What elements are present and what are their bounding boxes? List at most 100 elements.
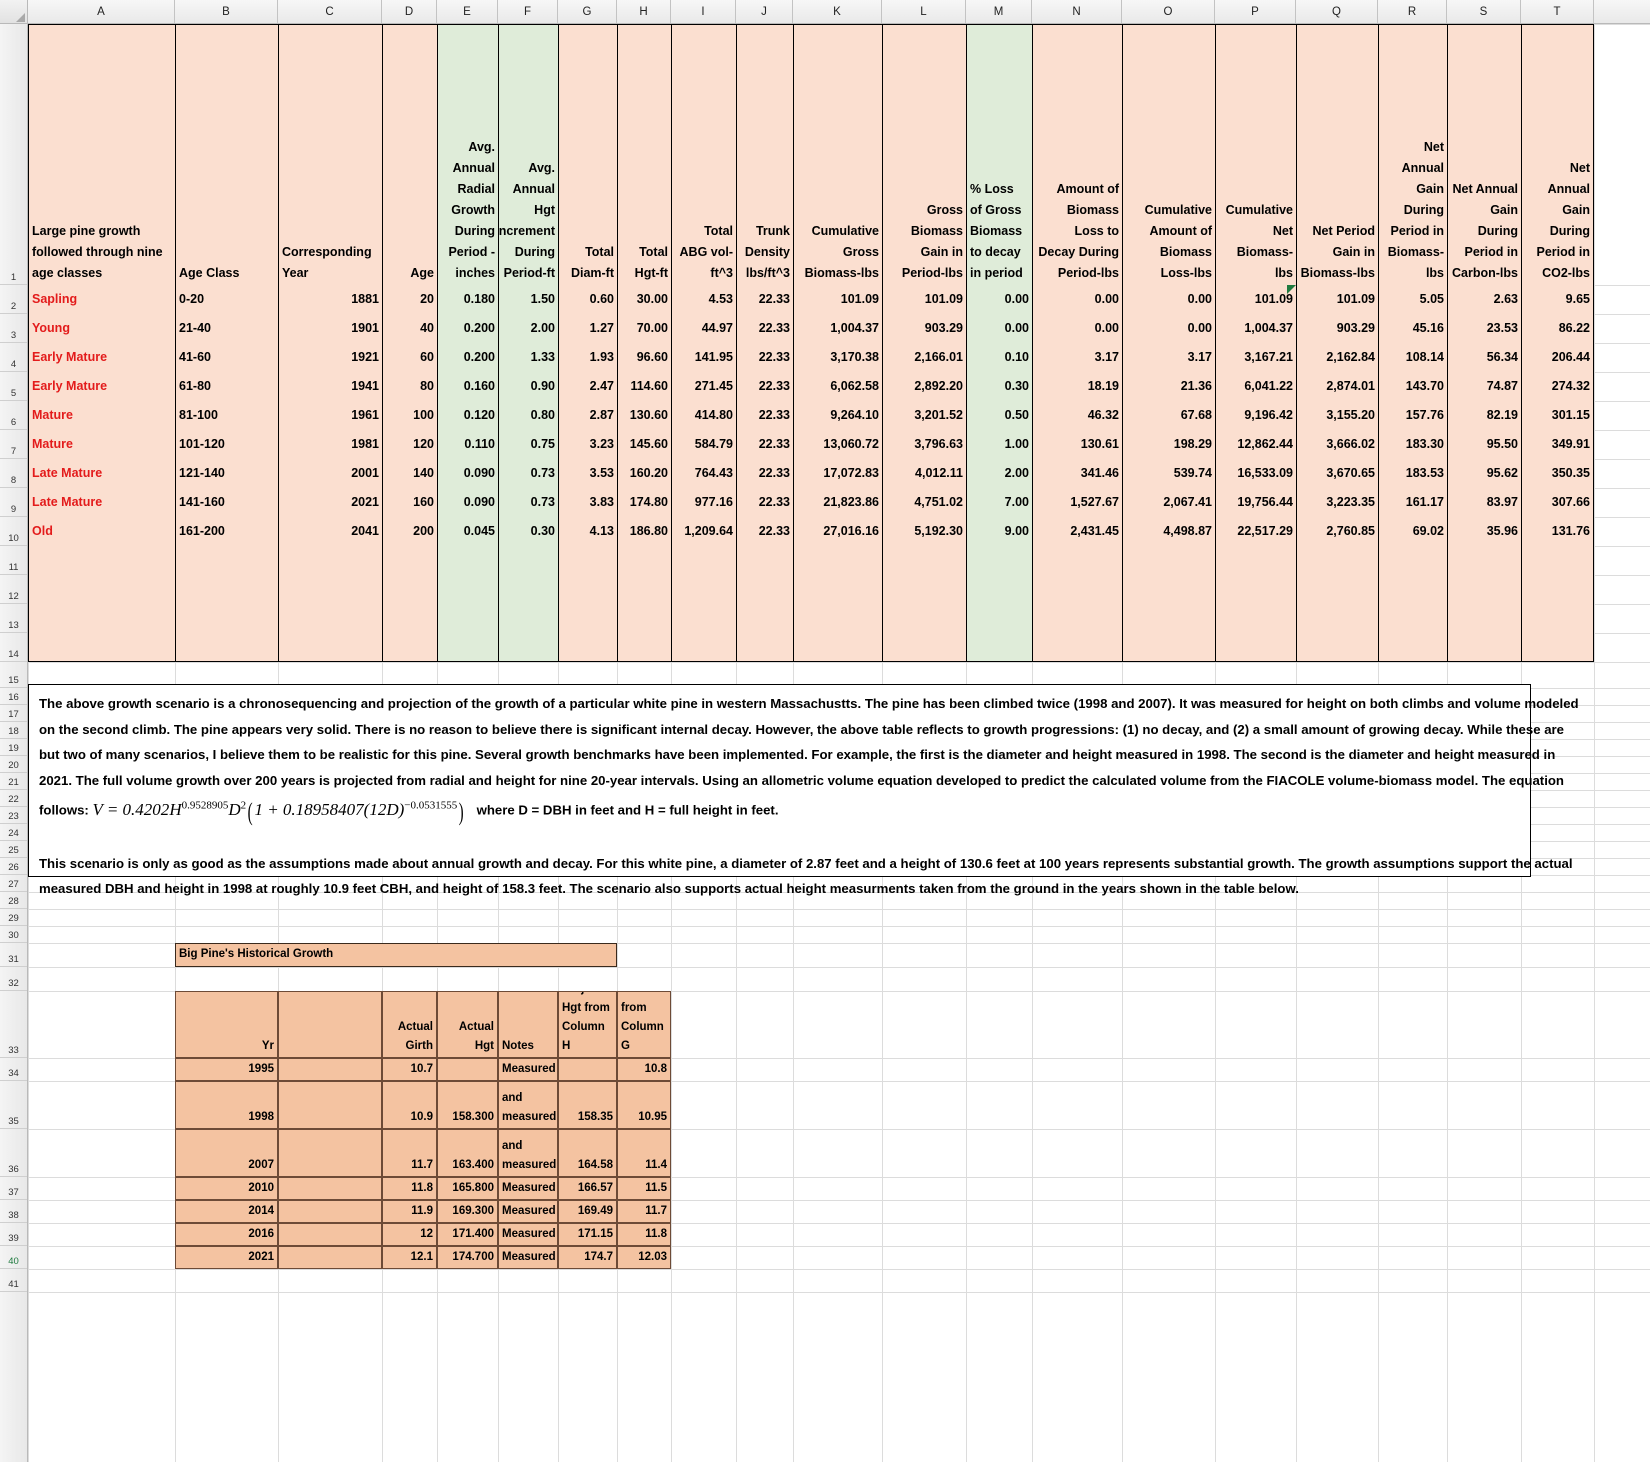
data-cell-F[interactable]: 0.75 (498, 430, 558, 459)
empty-cell[interactable] (175, 633, 278, 662)
data-cell-B[interactable]: 81-100 (175, 401, 278, 430)
data-cell-K[interactable]: 1,004.37 (793, 314, 882, 343)
history-cell-B[interactable]: 1998 (175, 1081, 278, 1129)
data-cell-S[interactable]: 23.53 (1447, 314, 1521, 343)
column-header-Q[interactable]: Q (1296, 0, 1378, 23)
data-cell-R[interactable]: 143.70 (1378, 372, 1447, 401)
data-cell-M[interactable]: 0.10 (966, 343, 1032, 372)
row-header-2[interactable]: 2 (0, 285, 27, 314)
history-cell-D[interactable]: 11.8 (382, 1177, 437, 1200)
data-cell-Q[interactable]: 2,162.84 (1296, 343, 1378, 372)
main-header-O[interactable]: Cumulative Amount of Biomass Loss-lbs (1122, 24, 1215, 285)
data-cell-C[interactable]: 2001 (278, 459, 382, 488)
age-class-label-cell[interactable]: Mature (28, 401, 175, 430)
empty-cell[interactable] (278, 633, 382, 662)
data-cell-R[interactable]: 161.17 (1378, 488, 1447, 517)
data-cell-T[interactable]: 9.65 (1521, 285, 1594, 314)
history-cell-G[interactable]: 164.58 (558, 1129, 617, 1177)
age-class-label-cell[interactable]: Late Mature (28, 488, 175, 517)
main-header-I[interactable]: Total ABG vol-ft^3 (671, 24, 736, 285)
data-cell-K[interactable]: 13,060.72 (793, 430, 882, 459)
data-cell-F[interactable]: 0.80 (498, 401, 558, 430)
data-cell-J[interactable]: 22.33 (736, 285, 793, 314)
data-cell-N[interactable]: 3.17 (1032, 343, 1122, 372)
empty-cell[interactable] (28, 633, 175, 662)
data-cell-L[interactable]: 4,751.02 (882, 488, 966, 517)
data-cell-I[interactable]: 4.53 (671, 285, 736, 314)
empty-cell[interactable] (1215, 546, 1296, 575)
row-header-33[interactable]: 33 (0, 991, 27, 1058)
data-cell-E[interactable]: 0.160 (437, 372, 498, 401)
main-header-K[interactable]: Cumulative Gross Biomass-lbs (793, 24, 882, 285)
data-cell-B[interactable]: 0-20 (175, 285, 278, 314)
data-cell-J[interactable]: 22.33 (736, 343, 793, 372)
data-cell-C[interactable]: 2021 (278, 488, 382, 517)
age-class-label-cell[interactable]: Sapling (28, 285, 175, 314)
empty-cell[interactable] (558, 546, 617, 575)
data-cell-I[interactable]: 1,209.64 (671, 517, 736, 546)
data-cell-J[interactable]: 22.33 (736, 517, 793, 546)
data-cell-H[interactable]: 114.60 (617, 372, 671, 401)
data-cell-E[interactable]: 0.120 (437, 401, 498, 430)
history-cell-H[interactable]: 11.8 (617, 1223, 671, 1246)
history-cell-B[interactable]: 2007 (175, 1129, 278, 1177)
history-cell-B[interactable]: 2010 (175, 1177, 278, 1200)
history-cell-D[interactable]: 10.7 (382, 1058, 437, 1081)
column-header-S[interactable]: S (1447, 0, 1521, 23)
data-cell-I[interactable]: 977.16 (671, 488, 736, 517)
data-cell-G[interactable]: 3.53 (558, 459, 617, 488)
data-cell-F[interactable]: 1.33 (498, 343, 558, 372)
history-cell-D[interactable]: 10.9 (382, 1081, 437, 1129)
empty-cell[interactable] (437, 575, 498, 604)
data-cell-K[interactable]: 101.09 (793, 285, 882, 314)
empty-cell[interactable] (617, 604, 671, 633)
data-cell-D[interactable]: 120 (382, 430, 437, 459)
column-header-A[interactable]: A (28, 0, 175, 23)
empty-cell[interactable] (617, 633, 671, 662)
history-cell-B[interactable]: 2021 (175, 1246, 278, 1269)
data-cell-B[interactable]: 41-60 (175, 343, 278, 372)
data-cell-D[interactable]: 40 (382, 314, 437, 343)
data-cell-I[interactable]: 764.43 (671, 459, 736, 488)
data-cell-O[interactable]: 0.00 (1122, 314, 1215, 343)
history-cell-C[interactable] (278, 1223, 382, 1246)
main-header-G[interactable]: Total Diam-ft (558, 24, 617, 285)
history-cell-C[interactable] (278, 1129, 382, 1177)
history-header-B[interactable]: Yr (175, 991, 278, 1058)
history-header-H[interactable]: Projected DBH from Column G (617, 991, 671, 1058)
row-header-38[interactable]: 38 (0, 1200, 27, 1223)
history-cell-F[interactable]: Measured (498, 1246, 558, 1269)
history-table-title[interactable]: Big Pine's Historical Growth (175, 943, 617, 967)
empty-cell[interactable] (1447, 604, 1521, 633)
main-header-F[interactable]: Avg. Annual Hgt increment During Period-… (498, 24, 558, 285)
data-cell-H[interactable]: 186.80 (617, 517, 671, 546)
data-cell-Q[interactable]: 3,670.65 (1296, 459, 1378, 488)
empty-cell[interactable] (1296, 604, 1378, 633)
empty-cell[interactable] (382, 546, 437, 575)
data-cell-T[interactable]: 307.66 (1521, 488, 1594, 517)
data-cell-C[interactable]: 1961 (278, 401, 382, 430)
data-cell-H[interactable]: 160.20 (617, 459, 671, 488)
history-cell-H[interactable]: 10.95 (617, 1081, 671, 1129)
row-header-18[interactable]: 18 (0, 722, 27, 739)
data-cell-P[interactable]: 12,862.44 (1215, 430, 1296, 459)
history-cell-C[interactable] (278, 1177, 382, 1200)
row-header-8[interactable]: 8 (0, 459, 27, 488)
empty-cell[interactable] (498, 546, 558, 575)
data-cell-T[interactable]: 301.15 (1521, 401, 1594, 430)
column-header-L[interactable]: L (882, 0, 966, 23)
empty-cell[interactable] (278, 575, 382, 604)
data-cell-F[interactable]: 1.50 (498, 285, 558, 314)
data-cell-S[interactable]: 95.62 (1447, 459, 1521, 488)
data-cell-G[interactable]: 0.60 (558, 285, 617, 314)
data-cell-K[interactable]: 9,264.10 (793, 401, 882, 430)
data-cell-S[interactable]: 56.34 (1447, 343, 1521, 372)
empty-cell[interactable] (175, 604, 278, 633)
empty-cell[interactable] (1447, 575, 1521, 604)
main-header-R[interactable]: Net Annual Gain During Period in Biomass… (1378, 24, 1447, 285)
data-cell-I[interactable]: 414.80 (671, 401, 736, 430)
row-header-21[interactable]: 21 (0, 773, 27, 790)
row-header-17[interactable]: 17 (0, 705, 27, 722)
data-cell-Q[interactable]: 3,223.35 (1296, 488, 1378, 517)
history-cell-G[interactable]: 169.49 (558, 1200, 617, 1223)
